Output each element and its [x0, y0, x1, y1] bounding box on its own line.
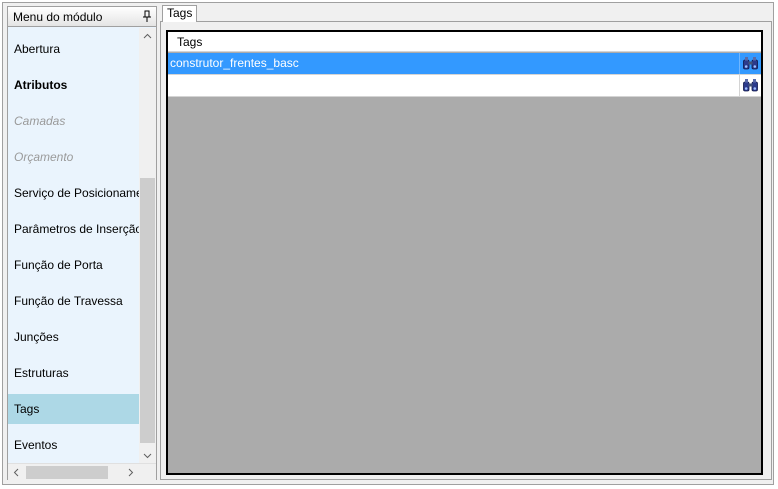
chevron-right-icon[interactable]	[122, 464, 139, 481]
chevron-up-icon[interactable]	[139, 28, 156, 45]
module-menu-list: Abertura Atributos Camadas Orçamento Serviço…	[8, 28, 139, 464]
sidebar-item-6[interactable]: Parâmetros de Inserção	[8, 214, 139, 244]
sidebar-item-9[interactable]: Junções	[8, 322, 139, 352]
module-menu-panel: Menu do módulo Abertura Atributos Camadas O…	[7, 6, 157, 480]
sidebar-item-8[interactable]: Função de Travessa	[8, 286, 139, 316]
table-row[interactable]	[168, 75, 761, 97]
binoculars-icon[interactable]	[742, 56, 759, 71]
tags-tab-content: Tags construtor_frentes_basc	[160, 21, 772, 480]
tag-cell[interactable]	[168, 75, 740, 96]
menu-vertical-scrollbar[interactable]	[139, 28, 156, 464]
sidebar-item-3: Camadas	[14, 114, 66, 128]
menu-horizontal-scrollbar[interactable]	[8, 463, 156, 480]
module-window: Menu do módulo Abertura Atributos Camadas O…	[2, 2, 774, 485]
module-menu-header: Menu do módulo	[8, 7, 156, 27]
tab-tags[interactable]: Tags	[162, 5, 197, 22]
chevron-left-icon[interactable]	[8, 464, 25, 481]
grid-column-header-label: Tags	[177, 35, 203, 49]
grid-column-header[interactable]: Tags	[168, 32, 761, 52]
sidebar-item-5[interactable]: Serviço de Posicionamento	[8, 178, 139, 208]
pin-icon[interactable]	[142, 10, 152, 23]
module-menu-title: Menu do módulo	[13, 10, 103, 24]
chevron-down-icon[interactable]	[139, 447, 156, 464]
menu-vertical-scroll-thumb[interactable]	[140, 178, 155, 443]
sidebar-item-12[interactable]: Eventos	[8, 430, 139, 460]
sidebar-item-4: Orçamento	[14, 150, 74, 164]
binoculars-icon[interactable]	[742, 78, 759, 93]
menu-horizontal-scroll-thumb[interactable]	[26, 466, 108, 479]
sidebar-item-7[interactable]: Função de Porta	[8, 250, 139, 280]
table-row[interactable]: construtor_frentes_basc	[168, 53, 761, 75]
tag-cell[interactable]: construtor_frentes_basc	[168, 53, 740, 74]
sidebar-item-10[interactable]: Estruturas	[8, 358, 139, 388]
sidebar-item-2[interactable]: Atributos	[8, 70, 139, 100]
tags-grid: Tags construtor_frentes_basc	[166, 30, 763, 475]
sidebar-item-11[interactable]: Tags	[8, 394, 139, 424]
sidebar-item-1[interactable]: Abertura	[8, 34, 139, 64]
